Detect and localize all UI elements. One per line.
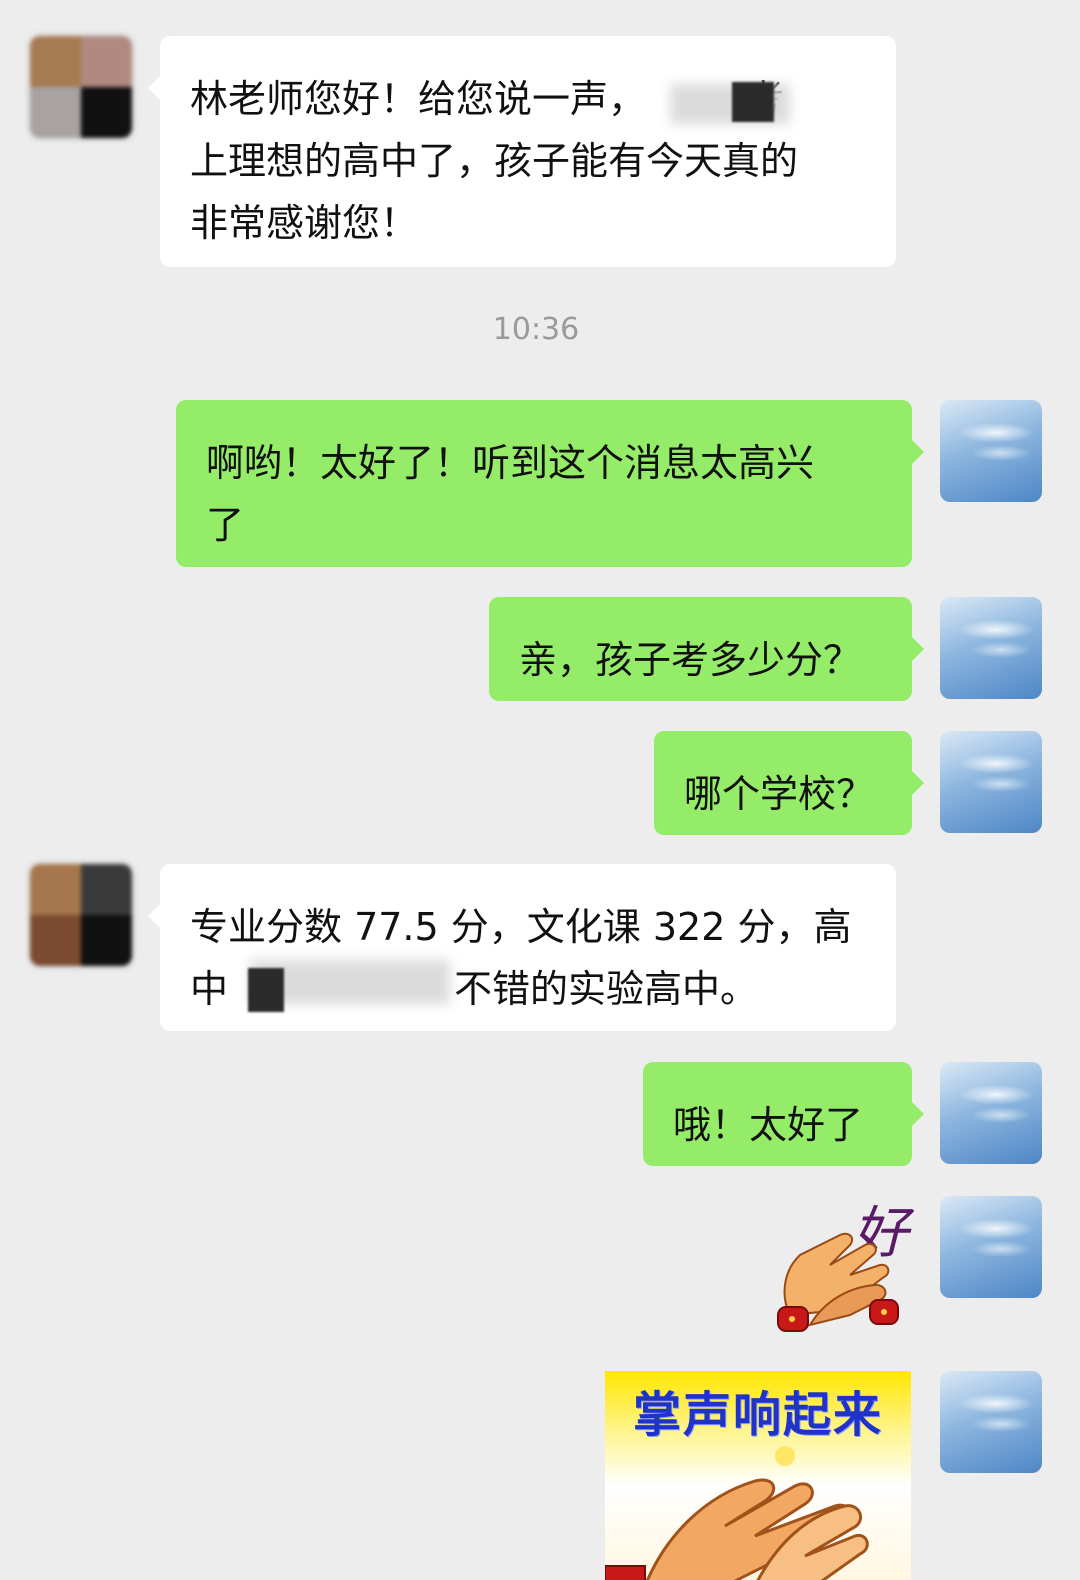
message-bubble-incoming[interactable]: 林老师您好！给您说一声，考 上理想的高中了，孩子能有今天真的 非常感谢您！ <box>148 36 896 267</box>
contact-avatar[interactable] <box>30 36 132 138</box>
my-avatar[interactable] <box>940 400 1042 502</box>
message-line: 上理想的高中了，孩子能有今天真的 <box>190 139 799 183</box>
contact-avatar[interactable] <box>30 864 132 966</box>
message-line: 了 <box>206 503 245 547</box>
clapping-hands-icon <box>605 1446 869 1580</box>
my-avatar[interactable] <box>940 1371 1042 1473</box>
clapping-hands-icon <box>777 1232 899 1332</box>
message-line: 哪个学校？ <box>684 772 875 816</box>
clapping-hands-sticker[interactable] <box>770 1215 910 1335</box>
message-line: 非常感谢您！ <box>190 201 419 245</box>
message-bubble-outgoing[interactable]: 啊哟！太好了！听到这个消息太高兴 了 <box>176 400 924 567</box>
redaction-block <box>248 968 284 1012</box>
applause-sticker[interactable]: 掌声响起来 <box>605 1371 911 1580</box>
message-line: 亲，孩子考多少分？ <box>519 638 862 682</box>
my-avatar[interactable] <box>940 597 1042 699</box>
message-bubble-incoming[interactable]: 专业分数 77.5 分，文化课 322 分，高 中不错的实验高中。 <box>148 864 896 1031</box>
message-bubble-outgoing[interactable]: 亲，孩子考多少分？ <box>489 597 924 701</box>
redaction-block <box>732 82 774 122</box>
message-bubble-outgoing[interactable]: 哪个学校？ <box>654 731 924 835</box>
my-avatar[interactable] <box>940 1062 1042 1164</box>
message-bubble-outgoing[interactable]: 哦！太好了 <box>643 1062 924 1166</box>
message-line: 啊哟！太好了！听到这个消息太高兴 <box>206 441 815 485</box>
chat-view: 林老师您好！给您说一声，考 上理想的高中了，孩子能有今天真的 非常感谢您！ 10… <box>0 0 1080 1580</box>
my-avatar[interactable] <box>940 1196 1042 1298</box>
message-line: 专业分数 77.5 分，文化课 322 分，高 <box>190 905 852 949</box>
my-avatar[interactable] <box>940 731 1042 833</box>
message-line: 哦！太好了 <box>673 1103 864 1147</box>
message-timestamp: 10:36 <box>492 312 580 347</box>
